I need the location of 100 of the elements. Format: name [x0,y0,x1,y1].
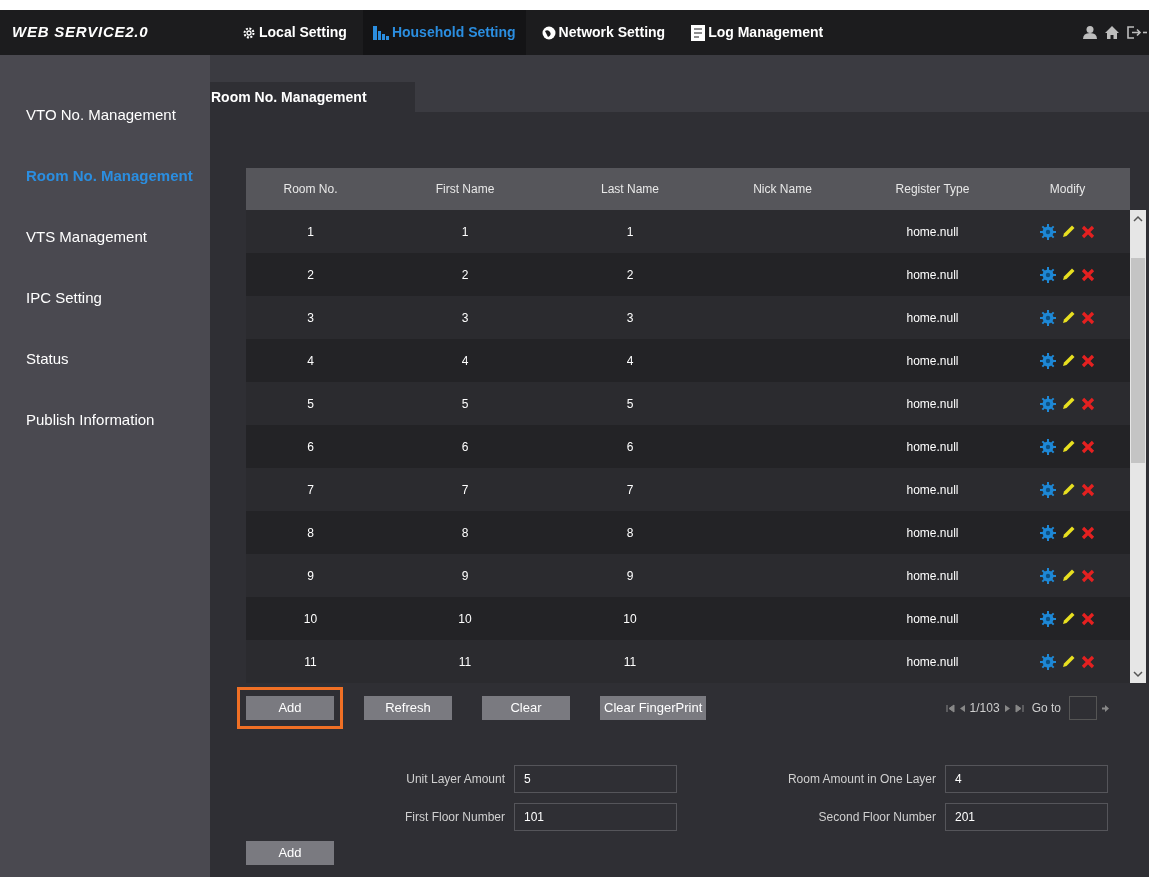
previous-page-icon [958,703,966,713]
table-cell-text: home.null [905,567,960,585]
nav-tab[interactable]: Local Setting [232,10,357,55]
input-field[interactable]: 5 [514,765,677,793]
sidebar-item[interactable]: VTO No. Management [0,85,210,146]
table-row[interactable]: 10 10 10 home.null [246,597,1130,640]
delete-icon [1081,224,1095,239]
table-cell-text: 6 [625,438,635,456]
settings-icon [1040,653,1056,670]
user-icon [1083,26,1097,39]
last-page-icon [1014,703,1024,713]
column-header: First Name [434,181,496,198]
table-row[interactable]: 2 2 2 home.null [246,253,1130,296]
table-cell-text: 1 [306,223,315,241]
sidebar-item[interactable]: Status [0,329,210,390]
column-header: Nick Name [752,181,813,198]
first-page-icon [945,703,955,713]
table-cell-text: 4 [306,352,315,370]
table-row[interactable]: 7 7 7 home.null [246,468,1130,511]
delete-icon [1081,310,1095,325]
pencil-icon [1061,568,1076,583]
delete-icon [1081,525,1095,540]
globe-icon [541,25,556,40]
table-cell-text: home.null [905,610,960,628]
pencil-icon [1061,267,1076,282]
table-cell-text: 5 [460,395,470,413]
table-row[interactable]: 1 1 1 home.null [246,210,1130,253]
action-button[interactable]: Add [246,696,334,720]
settings-icon [1040,438,1056,455]
settings-icon [1040,266,1056,283]
table-row[interactable]: 6 6 6 home.null [246,425,1130,468]
building-icon [372,25,389,40]
table-cell-text: 10 [622,610,638,628]
table-cell-text: 7 [625,481,635,499]
settings-icon [1040,352,1056,369]
nav-tab[interactable]: Network Setting [531,10,676,55]
table-row[interactable]: 8 8 8 home.null [246,511,1130,554]
table-cell-text: home.null [905,266,960,284]
scrollbar-thumb[interactable] [1131,258,1145,463]
pencil-icon [1061,654,1076,669]
delete-icon [1081,353,1095,368]
table-row[interactable]: 4 4 4 home.null [246,339,1130,382]
sidebar-item[interactable]: VTS Management [0,207,210,268]
delete-icon [1081,654,1095,669]
table-cell-text: 5 [625,395,635,413]
table-row[interactable]: 11 11 11 home.null [246,640,1130,683]
table-cell-text: 3 [460,309,470,327]
table-cell-text: 2 [460,266,470,284]
table-row[interactable]: 3 3 3 home.null [246,296,1130,339]
field-label: Room Amount in One Layer [787,771,936,788]
home-icon [1105,26,1119,39]
settings-icon [1040,610,1056,627]
delete-icon [1081,267,1095,282]
add-button[interactable]: Add [246,841,334,865]
settings-icon [1040,309,1056,326]
table-cell-text: 2 [306,266,315,284]
column-header: Room No. [282,181,339,198]
sidebar-item[interactable]: Publish Information [0,390,210,451]
action-button[interactable]: Clear [482,696,570,720]
table-cell-text: 11 [457,653,473,671]
action-button[interactable]: Clear FingerPrint [600,696,707,720]
settings-icon [1040,567,1056,584]
table-cell-text: home.null [905,352,960,370]
settings-icon [1040,524,1056,541]
content-tab[interactable]: Room No. Management [210,82,415,112]
input-field[interactable]: 4 [945,765,1108,793]
delete-icon [1081,396,1095,411]
scrollbar[interactable] [1130,210,1146,683]
delete-icon [1081,568,1095,583]
pencil-icon [1061,611,1076,626]
go-arrow-icon [1101,703,1110,713]
column-header: Register Type [894,181,971,198]
table-cell-text: home.null [905,653,960,671]
table-row[interactable]: 9 9 9 home.null [246,554,1130,597]
table-cell-text: 8 [306,524,315,542]
table-cell-text: home.null [905,395,960,413]
sidebar-item[interactable]: IPC Setting [0,268,210,329]
table-cell-text: 5 [306,395,315,413]
pencil-icon [1061,396,1076,411]
pencil-icon [1061,353,1076,368]
table-cell-text: 10 [457,610,473,628]
table-row[interactable]: 5 5 5 home.null [246,382,1130,425]
pencil-icon [1061,525,1076,540]
table-cell-text: 4 [625,352,635,370]
table-cell-text: 10 [302,610,319,628]
action-button[interactable]: Refresh [364,696,452,720]
delete-icon [1081,611,1095,626]
table-cell-text: 9 [306,567,315,585]
input-field[interactable]: 101 [514,803,677,831]
input-field[interactable]: 201 [945,803,1108,831]
pencil-icon [1061,439,1076,454]
table-cell-text: 6 [460,438,470,456]
column-header: Last Name [600,181,660,198]
table-cell-text: home.null [905,309,960,327]
page-input[interactable] [1069,696,1097,720]
nav-tab[interactable]: Household Setting [362,10,526,55]
nav-tab[interactable]: Log Management [681,10,834,55]
table-cell-text: 7 [306,481,315,499]
table-cell-text: 2 [625,266,635,284]
field-label: Second Floor Number [818,809,936,826]
